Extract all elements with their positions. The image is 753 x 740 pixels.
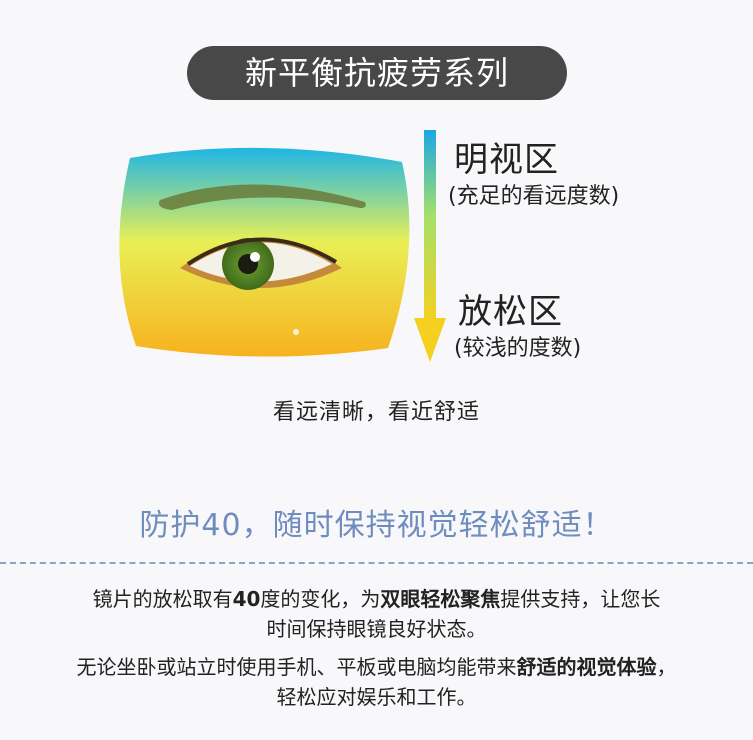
clear-zone-title: 明视区 [454, 140, 559, 180]
relax-zone-subtitle: (较浅的度数) [454, 336, 582, 361]
p1-bold-2: 双眼轻松聚焦 [380, 587, 501, 611]
paragraph-1-line-2: 时间保持眼镜良好状态。 [266, 617, 487, 641]
p2-text-2: ， [656, 655, 677, 679]
paragraph-1: 镜片的放松取有40度的变化，为双眼轻松聚焦提供支持，让您长 时间保持眼镜良好状态… [0, 584, 753, 644]
relax-zone-title: 放松区 [458, 292, 563, 332]
caption: 看远清晰，看近舒适 [272, 400, 480, 425]
dashed-divider [0, 562, 753, 564]
series-title: 新平衡抗疲劳系列 [187, 46, 567, 100]
paragraph-2-line-2: 轻松应对娱乐和工作。 [276, 685, 477, 709]
paragraph-2-line-1: 无论坐卧或站立时使用手机、平板或电脑均能带来舒适的视觉体验， [0, 652, 753, 682]
eye-highlight [250, 252, 260, 262]
down-arrow [414, 130, 446, 362]
slogan: 防护40，随时保持视觉轻松舒适！ [139, 508, 614, 543]
p2-text-1: 无论坐卧或站立时使用手机、平板或电脑均能带来 [76, 655, 517, 679]
p1-text-1: 镜片的放松取有 [92, 587, 233, 611]
lens-illustration [119, 147, 410, 357]
clear-zone-subtitle: (充足的看远度数) [448, 184, 620, 209]
paragraph-2: 无论坐卧或站立时使用手机、平板或电脑均能带来舒适的视觉体验， 轻松应对娱乐和工作… [0, 652, 753, 712]
sparkle [293, 329, 299, 335]
p1-text-3: 提供支持，让您长 [500, 587, 661, 611]
p2-bold-1: 舒适的视觉体验 [516, 655, 657, 679]
paragraph-1-line-1: 镜片的放松取有40度的变化，为双眼轻松聚焦提供支持，让您长 [0, 584, 753, 614]
p1-text-2: 度的变化，为 [260, 587, 381, 611]
p1-bold-1: 40 [232, 587, 261, 611]
